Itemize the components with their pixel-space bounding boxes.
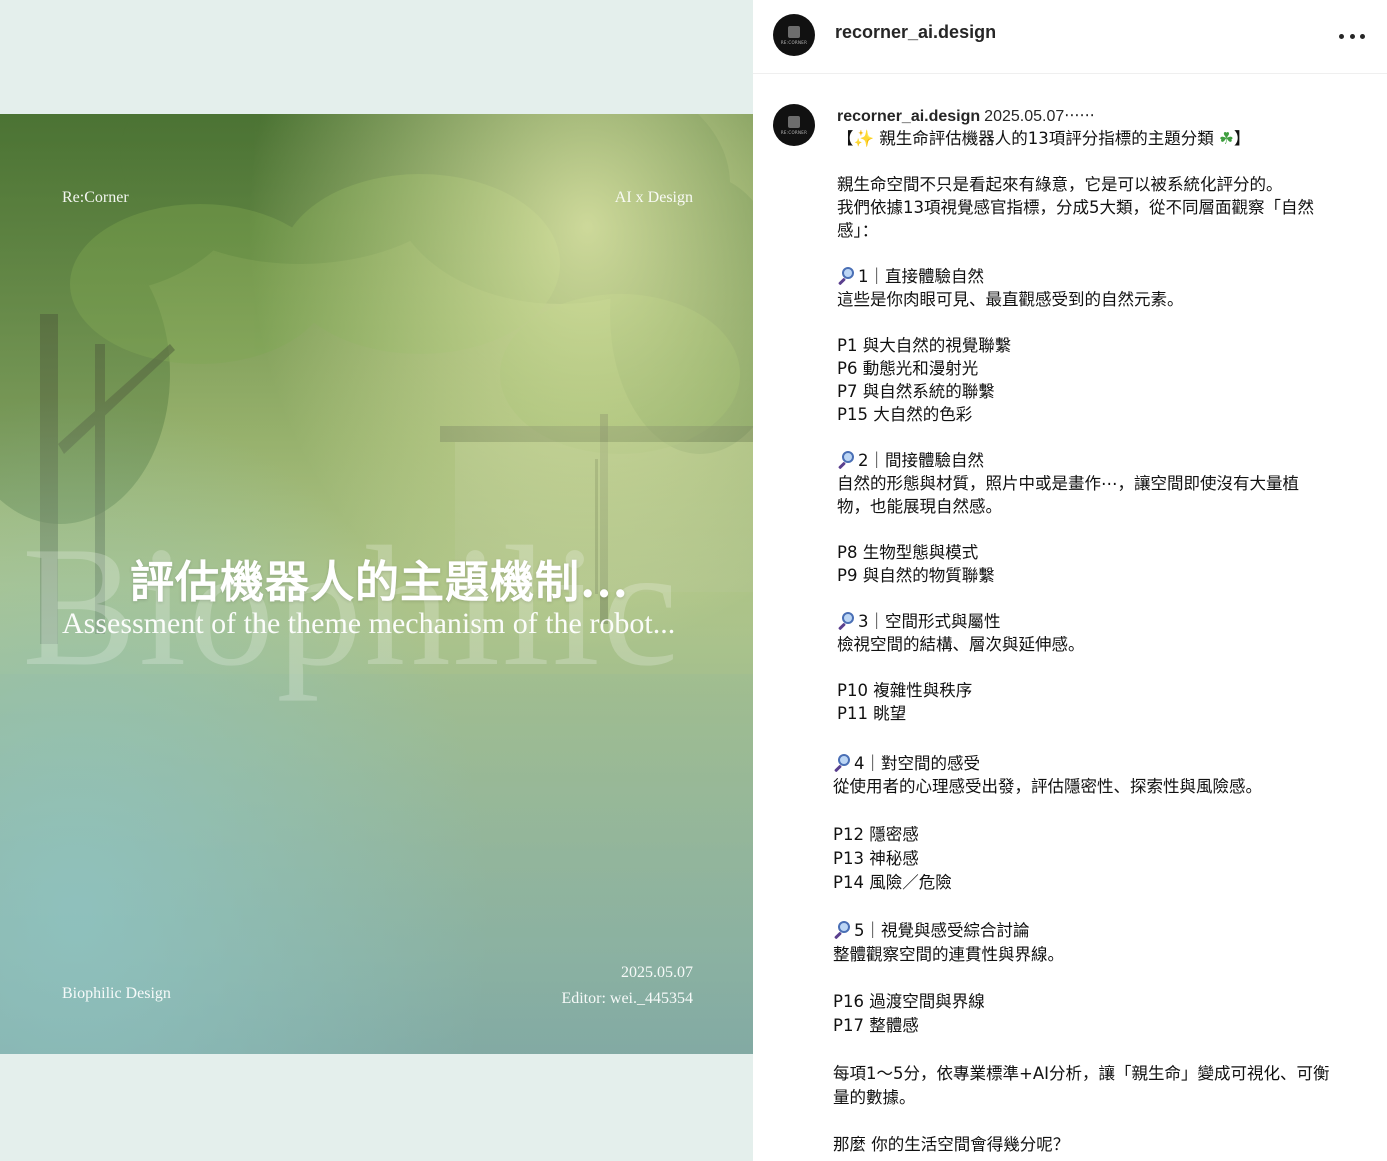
logo-icon [788, 25, 800, 38]
magnifying-glass-icon [837, 451, 854, 470]
headline-text: 親生命評估機器人的13項評分指標的主題分類 [874, 129, 1220, 148]
magnifying-glass-icon [837, 267, 854, 286]
list-item: P10 複雜性與秩序 [837, 681, 973, 700]
magnifying-glass-icon [833, 754, 850, 773]
post-image[interactable]: Re:Corner AI x Design Biophilic 評估機器人的主題… [0, 114, 753, 1054]
section-1-title: 1｜直接體驗自然 [837, 265, 984, 288]
list-item: P16 過渡空間與界線 [833, 992, 985, 1011]
caption-question: 那麼 你的生活空間會得幾分呢？ [833, 1135, 1070, 1154]
caption-meta: recorner_ai.design 2025.05.07‧‧‧‧‧‧ [837, 106, 1095, 126]
section-5-desc: 整體觀察空間的連貫性與界線。 [833, 945, 1064, 964]
list-item: P6 動態光和漫射光 [837, 359, 979, 378]
poster-footer-left: Biophilic Design [62, 985, 171, 1002]
bracket-close: 】 [1233, 129, 1251, 148]
poster-editor: Editor: wei._445354 [561, 990, 693, 1007]
poster-footer-right: 2025.05.07 Editor: wei._445354 [561, 960, 693, 1012]
list-item: P8 生物型態與模式 [837, 543, 979, 562]
section-3-title: 3｜空間形式與屬性 [837, 610, 1001, 633]
section-2-desc-2: 物，也能展現自然感。 [837, 497, 1002, 516]
poster-brand-left: Re:Corner [62, 189, 129, 206]
poster-brand-right: AI x Design [614, 189, 693, 206]
list-item: P9 與自然的物質聯繫 [837, 566, 995, 585]
bracket-open: 【 [837, 129, 854, 148]
caption-outro-1: 每項1～5分，依專業標準+AI分析，讓「親生命」變成可視化、可衡 [833, 1064, 1330, 1083]
poster-subtitle: Assessment of the theme mechanism of the… [62, 607, 676, 640]
list-item: P13 神秘感 [833, 849, 919, 868]
caption-headline: 【✨ 親生命評估機器人的13項評分指標的主題分類 ☘】 [837, 127, 1250, 150]
section-4-desc: 從使用者的心理感受出發，評估隱密性、探索性與風險感。 [833, 777, 1262, 796]
sparkles-icon: ✨ [853, 129, 875, 148]
list-item: P14 風險／危險 [833, 873, 952, 892]
caption-date: 2025.05.07‧‧‧‧‧‧ [984, 108, 1095, 125]
list-item: P11 眺望 [837, 704, 907, 723]
list-item: P17 整體感 [833, 1016, 919, 1035]
logo-icon [788, 115, 800, 128]
caption-avatar[interactable]: RE:CORNER [773, 104, 815, 146]
avatar-text: RE:CORNER [780, 129, 808, 135]
section-1-desc: 這些是你肉眼可見、最直觀感受到的自然元素。 [837, 290, 1184, 309]
caption-intro-1: 親生命空間不只是看起來有綠意，它是可以被系統化評分的。 [837, 175, 1283, 194]
section-4-title: 4｜對空間的感受 [833, 752, 980, 775]
post-header: RE:CORNER recorner_ai.design [753, 0, 1387, 74]
list-item: P1 與大自然的視覺聯繫 [837, 336, 1012, 355]
poster-title: 評估機器人的主題機制... [130, 557, 629, 608]
post-panel: RE:CORNER recorner_ai.design RE:CORNER r… [753, 0, 1387, 1161]
avatar-text: RE:CORNER [780, 39, 808, 45]
caption-intro-3: 感」： [837, 221, 879, 240]
list-item: P15 大自然的色彩 [837, 405, 973, 424]
username-link[interactable]: recorner_ai.design [835, 22, 996, 43]
section-5-title: 5｜視覺與感受綜合討論 [833, 919, 1030, 942]
magnifying-glass-icon [833, 921, 850, 940]
caption-intro-2: 我們依據13項視覺感官指標，分成5大類，從不同層面觀察「自然 [837, 198, 1314, 217]
avatar[interactable]: RE:CORNER [773, 14, 815, 56]
list-item: P12 隱密感 [833, 825, 919, 844]
caption-outro-2: 量的數據。 [833, 1088, 916, 1107]
section-3-desc: 檢視空間的結構、層次與延伸感。 [837, 635, 1085, 654]
more-options-icon[interactable] [1339, 24, 1365, 48]
magnifying-glass-icon [837, 612, 854, 631]
media-panel: Re:Corner AI x Design Biophilic 評估機器人的主題… [0, 0, 753, 1161]
list-item: P7 與自然系統的聯繫 [837, 382, 995, 401]
section-2-desc-1: 自然的形態與材質，照片中或是畫作⋯，讓空間即使沒有大量植 [837, 474, 1299, 493]
caption-username-link[interactable]: recorner_ai.design [837, 108, 980, 125]
poster-date: 2025.05.07 [621, 964, 693, 981]
section-2-title: 2｜間接體驗自然 [837, 449, 984, 472]
shamrock-icon: ☘ [1219, 129, 1234, 148]
